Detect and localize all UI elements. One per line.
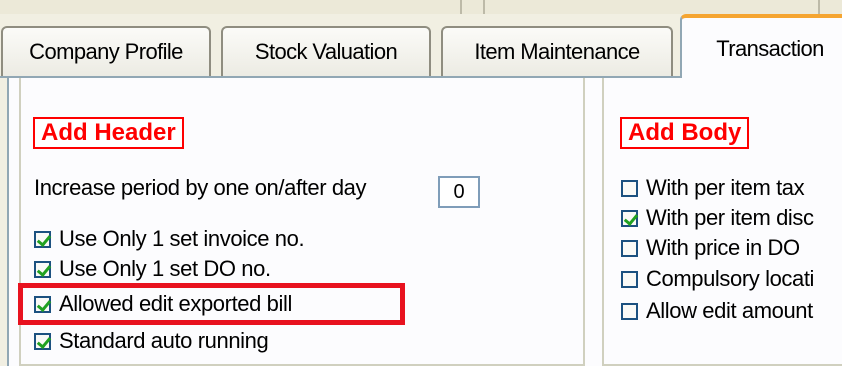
option-single-do[interactable]: Use Only 1 set DO no. — [34, 256, 271, 282]
highlight-box — [18, 283, 405, 325]
option-label: With per item disc — [646, 205, 814, 230]
add-header-title: Add Header — [33, 117, 184, 149]
divider — [460, 0, 462, 14]
option-label: Standard auto running — [59, 328, 269, 353]
checkbox-price-in-do[interactable] — [621, 239, 638, 257]
increase-period-label: Increase period by one on/after day — [34, 175, 367, 201]
tab-transaction[interactable]: Transaction — [680, 14, 842, 78]
option-label: Allow edit amount — [646, 298, 813, 323]
add-body-title: Add Body — [620, 117, 750, 149]
option-label: Compulsory locati — [646, 266, 815, 291]
option-per-item-disc[interactable]: With per item disc — [621, 205, 814, 231]
divider — [483, 0, 485, 14]
checkbox-single-invoice[interactable] — [34, 230, 51, 248]
divider — [818, 0, 820, 14]
option-label: With per item tax — [646, 175, 805, 200]
tab-bar: Company Profile Stock Valuation Item Mai… — [0, 14, 842, 78]
checkbox-per-item-tax[interactable] — [621, 179, 638, 197]
option-label: With price in DO — [646, 235, 800, 260]
checkbox-per-item-disc[interactable] — [621, 209, 638, 227]
option-allow-edit-amount[interactable]: Allow edit amount — [621, 298, 813, 324]
increase-period-value: 0 — [453, 180, 465, 203]
checkbox-standard-auto-running[interactable] — [34, 332, 51, 350]
increase-period-text: Increase period by one on/after day — [34, 175, 367, 200]
tab-item-maintenance[interactable]: Item Maintenance — [441, 26, 673, 76]
option-standard-auto-running[interactable]: Standard auto running — [34, 328, 269, 354]
option-price-in-do[interactable]: With price in DO — [621, 235, 800, 261]
option-label: Use Only 1 set DO no. — [59, 256, 271, 281]
checkbox-compulsory-location[interactable] — [621, 270, 638, 288]
panel-left-edge — [0, 78, 9, 366]
option-label: Use Only 1 set invoice no. — [59, 226, 305, 251]
checkbox-allow-edit-amount[interactable] — [621, 302, 638, 320]
top-strip — [0, 0, 842, 15]
tab-stock-valuation[interactable]: Stock Valuation — [221, 26, 431, 76]
option-compulsory-location[interactable]: Compulsory locati — [621, 266, 814, 292]
increase-period-input[interactable]: 0 — [438, 176, 480, 208]
option-per-item-tax[interactable]: With per item tax — [621, 175, 805, 201]
option-single-invoice[interactable]: Use Only 1 set invoice no. — [34, 226, 305, 252]
tab-company-profile[interactable]: Company Profile — [1, 26, 211, 76]
checkbox-single-do[interactable] — [34, 260, 51, 278]
